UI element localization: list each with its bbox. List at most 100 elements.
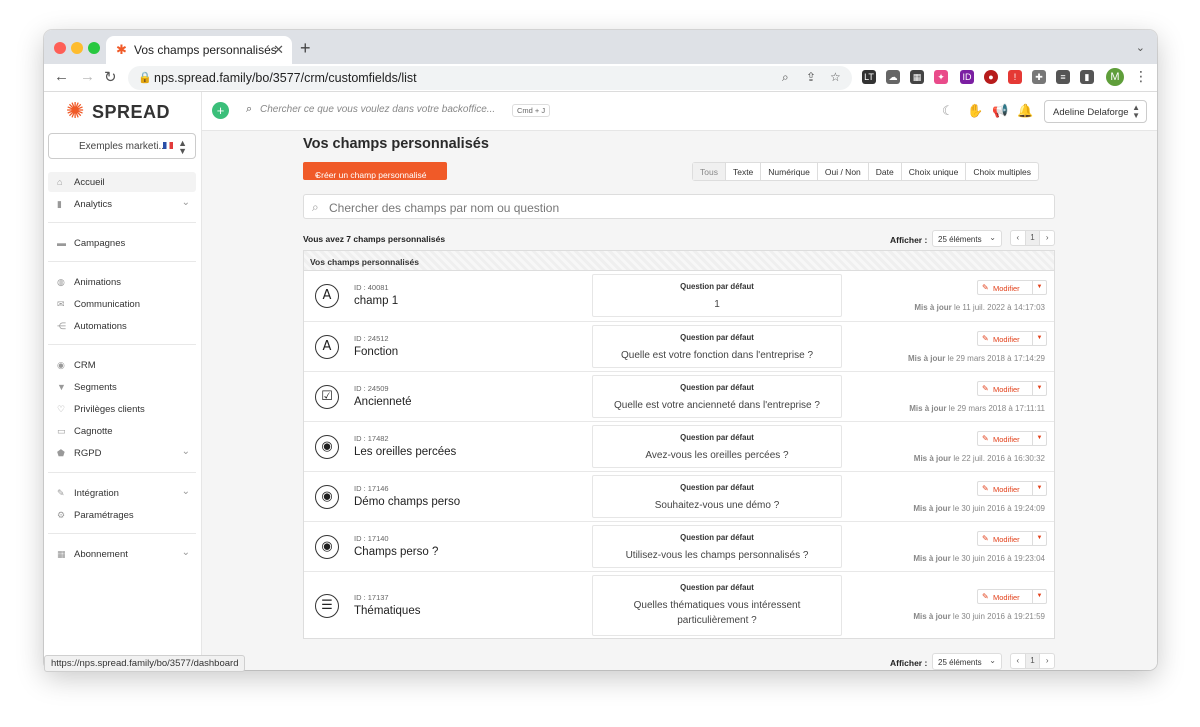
extension-puzzle-color-icon[interactable]: ✦ xyxy=(934,70,948,84)
filter-date[interactable]: Date xyxy=(867,163,901,180)
wrench-icon: ✎ xyxy=(57,488,65,498)
forward-arrow-icon[interactable]: → xyxy=(80,68,95,85)
edit-button[interactable]: ✎ Modifier ▼ xyxy=(977,431,1047,446)
bell-icon[interactable]: 🔔 xyxy=(1017,103,1033,119)
filter-oui-non[interactable]: Oui / Non xyxy=(816,163,868,180)
filter-texte[interactable]: Texte xyxy=(724,163,760,180)
edit-button[interactable]: ✎ Modifier ▼ xyxy=(977,531,1047,546)
sidebar-item-rgpd[interactable]: ⬟ RGPD ⌄ xyxy=(48,443,196,463)
tab-search-chevron-icon[interactable]: ⌄ xyxy=(1136,41,1145,54)
field-row[interactable]: ◉ ID : 17146 Démo champs perso Question par… xyxy=(304,471,1054,521)
filter-choix-multiples[interactable]: Choix multiples xyxy=(965,163,1038,180)
field-name: Fonction xyxy=(354,346,399,358)
extension-circle-icon[interactable]: ● xyxy=(984,70,998,84)
filter-numerique[interactable]: Numérique xyxy=(760,163,817,180)
edit-pencil-icon: ✎ xyxy=(982,484,989,493)
sidebar-item-segments[interactable]: ▼ Segments xyxy=(48,377,196,397)
browser-menu-icon[interactable]: ⋮ xyxy=(1134,68,1148,85)
sidebar-item-communication[interactable]: ✉ Communication xyxy=(48,294,196,314)
caret-down-icon[interactable]: ▼ xyxy=(1032,432,1046,445)
field-row[interactable]: ☑ ID : 24509 Ancienneté Question par défaut… xyxy=(304,371,1054,421)
fields-search-input[interactable]: ⌕ Chercher des champs par nom ou questio… xyxy=(303,194,1055,219)
edit-pencil-icon: ✎ xyxy=(982,283,989,292)
field-row[interactable]: ◉ ID : 17482 Les oreilles percées Question … xyxy=(304,421,1054,471)
account-selector[interactable]: Exemples marketi... ▲ ▼ xyxy=(48,133,196,159)
sidebar-item-crm[interactable]: ◉ CRM xyxy=(48,355,196,375)
sidebar-item-animations[interactable]: ◍ Animations xyxy=(48,272,196,292)
edit-button[interactable]: ✎ Modifier ▼ xyxy=(977,589,1047,604)
caret-down-icon[interactable]: ▼ xyxy=(1032,382,1046,395)
sidebar-item-integration[interactable]: ✎ Intégration ⌄ xyxy=(48,483,196,503)
megaphone-icon[interactable]: 📢 xyxy=(992,103,1008,119)
user-menu[interactable]: Adeline Delaforge ▲ ▼ xyxy=(1044,100,1147,123)
heart-icon: ♡ xyxy=(57,404,66,414)
edit-button[interactable]: ✎ Modifier ▼ xyxy=(977,280,1047,295)
profile-avatar[interactable]: M xyxy=(1106,68,1124,86)
handshake-icon[interactable]: ✋ xyxy=(967,103,983,119)
field-name: Ancienneté xyxy=(354,396,412,408)
sidebar-item-label: Animations xyxy=(74,277,121,288)
question-header: Question par défaut xyxy=(680,383,754,392)
per-page-select[interactable]: 25 éléments ⌄ xyxy=(932,230,1002,247)
field-row[interactable]: A ID : 40081 champ 1 Question par défaut 1 ✎ M… xyxy=(304,271,1054,321)
extension-cloud-icon[interactable]: ☁ xyxy=(886,70,900,84)
sidebar-item-analytics[interactable]: ▮ Analytics ⌄ xyxy=(48,194,196,214)
share-icon[interactable]: ⇪ xyxy=(806,70,816,84)
media-icon[interactable]: ≡ xyxy=(1056,70,1070,84)
per-page-select-bottom[interactable]: 25 éléments ⌄ xyxy=(932,653,1002,670)
extension-lt-icon[interactable]: LT xyxy=(862,70,876,84)
maximize-window-button[interactable] xyxy=(88,42,100,54)
sidebar-item-accueil[interactable]: ⌂ Accueil xyxy=(48,172,196,192)
caret-down-icon[interactable]: ▼ xyxy=(1032,281,1046,294)
next-page-icon[interactable]: › xyxy=(1039,654,1054,668)
sidebar-item-campagnes[interactable]: ▬ Campagnes xyxy=(48,233,196,253)
caret-down-icon[interactable]: ▼ xyxy=(1032,590,1046,603)
new-tab-icon[interactable]: + xyxy=(300,38,311,59)
back-arrow-icon[interactable]: ← xyxy=(54,68,69,85)
caret-down-icon[interactable]: ▼ xyxy=(1032,482,1046,495)
next-page-icon[interactable]: › xyxy=(1039,231,1054,245)
page-number[interactable]: 1 xyxy=(1024,654,1040,668)
extension-qr-icon[interactable]: ▦ xyxy=(910,70,924,84)
updated-label: Mis à jour xyxy=(913,554,951,563)
close-tab-icon[interactable]: ✕ xyxy=(273,42,284,58)
zoom-icon[interactable]: ⌕ xyxy=(782,70,789,85)
extension-alert-icon[interactable]: ! xyxy=(1008,70,1022,84)
fields-search-placeholder: Chercher des champs par nom ou question xyxy=(329,201,560,215)
sidebar-item-parametrages[interactable]: ⚙ Paramétrages xyxy=(48,505,196,525)
create-field-button[interactable]: + Créer un champ personnalisé xyxy=(303,162,447,180)
prev-page-icon[interactable]: ‹ xyxy=(1011,231,1025,245)
logo-text: SPREAD xyxy=(92,102,171,122)
minimize-window-button[interactable] xyxy=(71,42,83,54)
updated-date: le 11 juil. 2022 à 14:17:03 xyxy=(953,303,1045,312)
sidebar-item-abonnement[interactable]: ▦ Abonnement ⌄ xyxy=(48,544,196,564)
address-bar[interactable]: 🔒 nps.spread.family/bo/3577/crm/customfi… xyxy=(128,66,852,90)
bookmark-star-icon[interactable]: ☆ xyxy=(830,70,841,84)
default-question: Souhaitez-vous une démo ? xyxy=(654,500,780,511)
extension-id-icon[interactable]: ID xyxy=(960,70,974,84)
prev-page-icon[interactable]: ‹ xyxy=(1011,654,1025,668)
browser-tab[interactable]: ✱ Vos champs personnalisés ✕ xyxy=(106,36,292,64)
field-row[interactable]: ☰ ID : 17137 Thématiques Question par défau… xyxy=(304,571,1054,639)
sidebar-item-cagnotte[interactable]: ▭ Cagnotte xyxy=(48,421,196,441)
updated-label: Mis à jour xyxy=(914,303,952,312)
close-window-button[interactable] xyxy=(54,42,66,54)
dark-mode-moon-icon[interactable]: ☾ xyxy=(942,103,954,119)
extensions-puzzle-icon[interactable]: ✚ xyxy=(1032,70,1046,84)
fields-count: Vous avez 7 champs personnalisés xyxy=(303,234,446,244)
field-row[interactable]: A ID : 24512 Fonction Question par défaut Qu… xyxy=(304,321,1054,371)
add-icon[interactable]: + xyxy=(212,102,229,119)
page-number[interactable]: 1 xyxy=(1024,231,1040,245)
side-panel-icon[interactable]: ▮ xyxy=(1080,70,1094,84)
reload-icon[interactable]: ↻ xyxy=(104,68,117,86)
caret-down-icon[interactable]: ▼ xyxy=(1032,332,1046,345)
sidebar-item-automations[interactable]: ⋲ Automations xyxy=(48,316,196,336)
edit-button[interactable]: ✎ Modifier ▼ xyxy=(977,331,1047,346)
edit-button[interactable]: ✎ Modifier ▼ xyxy=(977,481,1047,496)
field-row[interactable]: ◉ ID : 17140 Champs perso ? Question par dé… xyxy=(304,521,1054,571)
edit-button[interactable]: ✎ Modifier ▼ xyxy=(977,381,1047,396)
filter-tous[interactable]: Tous xyxy=(693,163,725,180)
caret-down-icon[interactable]: ▼ xyxy=(1032,532,1046,545)
sidebar-item-privileges[interactable]: ♡ Privilèges clients xyxy=(48,399,196,419)
filter-choix-unique[interactable]: Choix unique xyxy=(900,163,966,180)
